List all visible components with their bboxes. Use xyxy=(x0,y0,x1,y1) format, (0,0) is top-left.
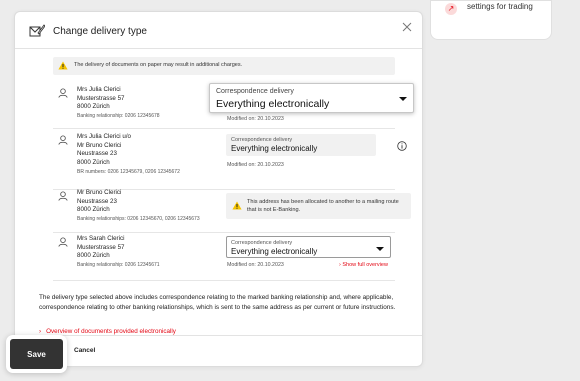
overview-documents-link[interactable]: › Overview of documents provided electron… xyxy=(39,328,176,335)
select-label: Correspondence delivery xyxy=(216,88,294,95)
select-value: Everything electronically xyxy=(216,98,330,110)
address-line: Musterstrasse 57 xyxy=(77,94,125,102)
address-line: Neustrasse 23 xyxy=(77,197,117,205)
banking-relationship: Banking relationship: 0206 12345678 xyxy=(77,113,160,119)
address-line: 8000 Zürich xyxy=(77,252,110,259)
address-line: Neustrasse 23 xyxy=(77,150,117,157)
info-icon[interactable] xyxy=(397,141,407,151)
settings-card-label: settings for trading xyxy=(467,2,533,11)
overview-link-label: Overview of documents provided electroni… xyxy=(46,328,176,335)
banking-relationship: BR numbers: 0206 12345679, 0206 12345672 xyxy=(77,168,180,175)
save-button[interactable]: Save xyxy=(10,339,63,369)
person-icon xyxy=(58,237,68,247)
select-label: Correspondence delivery xyxy=(231,137,293,143)
delivery-select[interactable]: Correspondence delivery Everything elect… xyxy=(209,83,414,113)
address-line: Mrs Julia Clerici xyxy=(77,86,121,93)
modified-date: Modified on: 20.10.2023 xyxy=(227,116,284,122)
chevron-down-icon xyxy=(376,247,384,251)
select-value: Everything electronically xyxy=(231,144,318,153)
paper-charge-notice: The delivery of documents on paper may r… xyxy=(53,57,395,75)
cancel-button[interactable]: Cancel xyxy=(74,347,95,354)
modified-date: Modified on: 20.10.2023 xyxy=(227,162,284,168)
row-divider xyxy=(53,128,395,129)
address-row: Mrs Sarah Clerici Musterstrasse 57 8000 … xyxy=(53,235,395,281)
address-block: Mr Bruno Clerici Neustrasse 23 8000 Züri… xyxy=(77,189,200,224)
address-line: Mr Bruno Clerici xyxy=(77,189,122,196)
select-label: Correspondence delivery xyxy=(231,240,293,246)
banking-relationship: Banking relationships: 0206 12345670, 02… xyxy=(77,216,200,222)
chevron-down-icon xyxy=(399,97,407,101)
envelope-edit-icon xyxy=(29,24,45,37)
banking-relationship: Banking relationship: 0206 12345671 xyxy=(77,262,160,268)
row-divider xyxy=(53,280,395,281)
notice-text: The delivery of documents on paper may r… xyxy=(74,62,243,68)
address-row: Mrs Julia Clerici Musterstrasse 57 8000 … xyxy=(53,83,414,132)
address-block: Mrs Julia Clerici u/o Mr Bruno Clerici N… xyxy=(77,133,180,176)
header-divider xyxy=(15,48,422,49)
select-value: Everything electronically xyxy=(231,247,318,256)
address-line: 8000 Zürich xyxy=(77,103,110,110)
delivery-select[interactable]: Correspondence delivery Everything elect… xyxy=(226,236,391,258)
delivery-readonly: Correspondence delivery Everything elect… xyxy=(226,134,376,156)
person-icon xyxy=(58,191,68,201)
show-full-label: Show full overview xyxy=(342,262,388,268)
person-icon xyxy=(58,135,68,145)
warning-icon xyxy=(232,201,242,210)
modal-header: Change delivery type xyxy=(15,12,422,48)
address-row: Mr Bruno Clerici Neustrasse 23 8000 Züri… xyxy=(53,189,411,235)
address-line: 8000 Zürich xyxy=(77,158,110,166)
change-delivery-modal: Change delivery type The delivery of doc… xyxy=(14,11,423,367)
settings-card[interactable]: ↗ settings for trading xyxy=(430,0,552,40)
show-full-overview-link[interactable]: › Show full overview xyxy=(339,262,388,268)
trading-icon: ↗ xyxy=(445,3,457,15)
close-icon[interactable] xyxy=(401,21,413,33)
address-row: Mrs Julia Clerici u/o Mr Bruno Clerici N… xyxy=(53,133,407,188)
address-line: Mrs Sarah Clerici xyxy=(77,235,125,242)
address-block: Mrs Julia Clerici Musterstrasse 57 8000 … xyxy=(77,86,160,121)
address-line: Mrs Julia Clerici u/o xyxy=(77,133,131,140)
modified-date: Modified on: 20.10.2023 xyxy=(227,262,284,268)
address-line: Mr Bruno Clerici xyxy=(77,141,122,149)
footer-divider xyxy=(15,335,422,336)
alert-text: This address has been allocated to anoth… xyxy=(247,199,399,213)
address-line: Musterstrasse 57 xyxy=(77,243,125,251)
allocation-alert: This address has been allocated to anoth… xyxy=(226,193,411,219)
address-block: Mrs Sarah Clerici Musterstrasse 57 8000 … xyxy=(77,235,160,270)
delivery-description: The delivery type selected above include… xyxy=(39,294,396,311)
chevron-right-icon: › xyxy=(39,328,42,335)
row-divider xyxy=(53,232,395,233)
warning-icon xyxy=(58,61,68,70)
address-line: 8000 Zürich xyxy=(77,206,110,213)
modal-title: Change delivery type xyxy=(53,26,147,37)
person-icon xyxy=(58,88,68,98)
